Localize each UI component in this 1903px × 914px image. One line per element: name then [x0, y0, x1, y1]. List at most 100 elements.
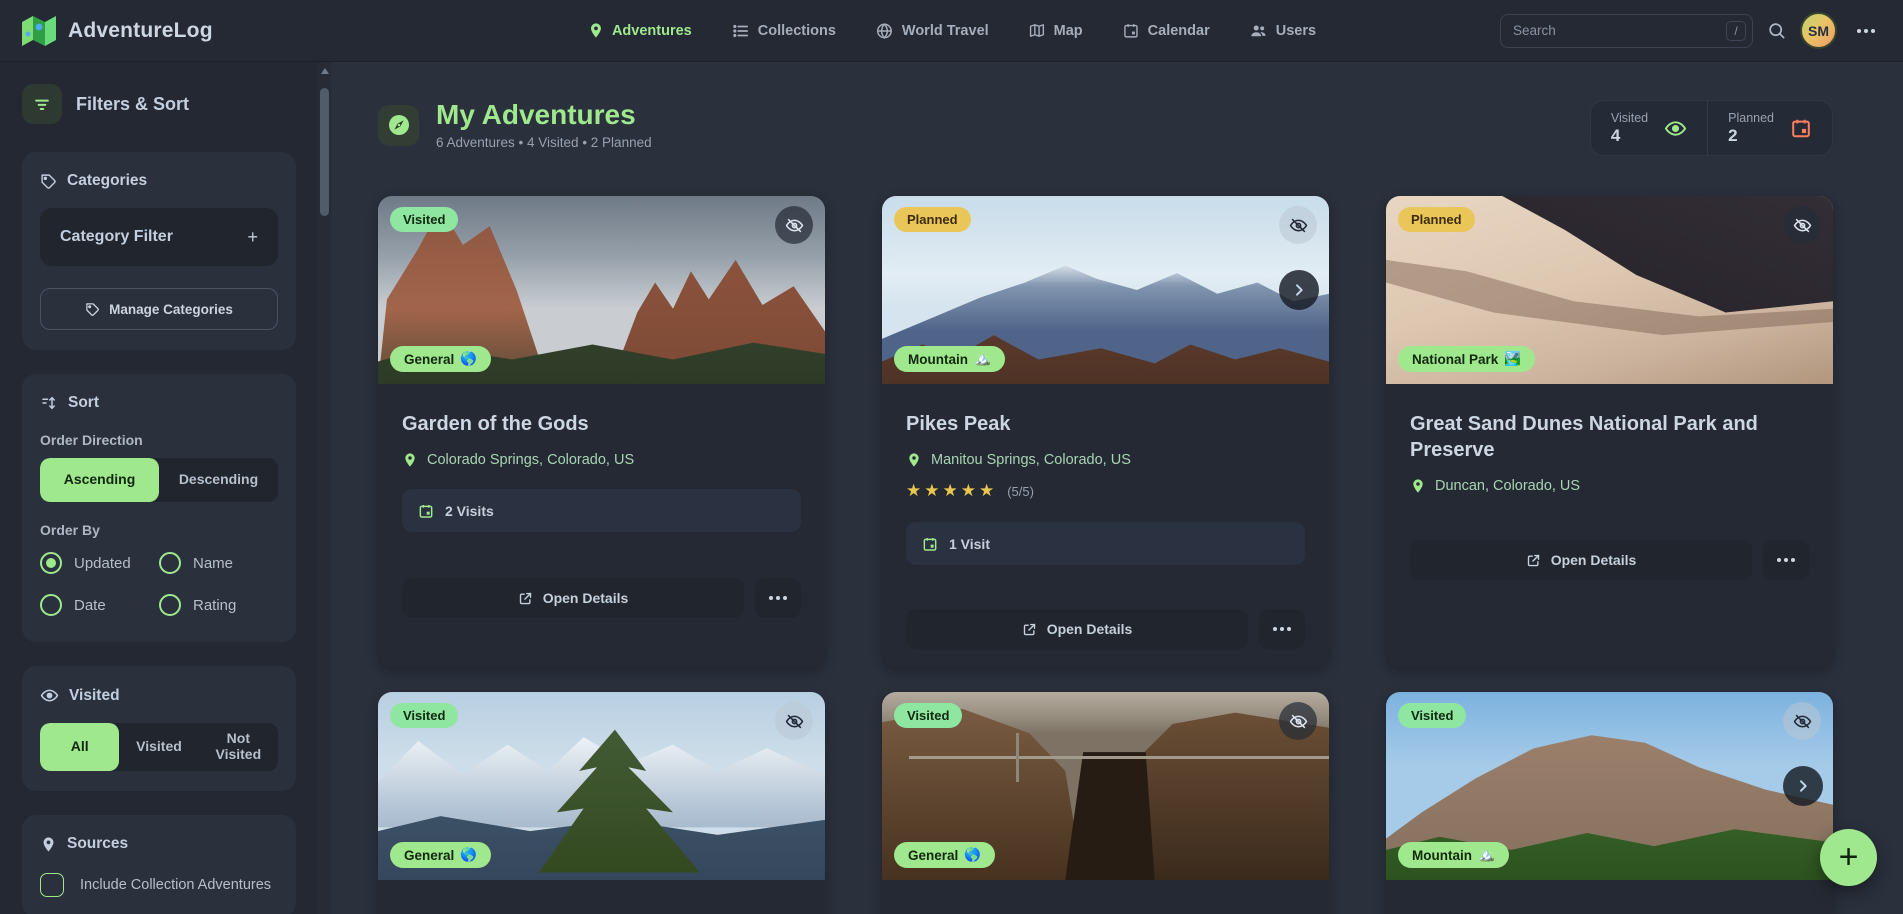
navbar-right: / SM [1500, 12, 1881, 49]
adventure-location: Manitou Springs, Colorado, US [906, 452, 1305, 468]
nav-item-calendar[interactable]: Calendar [1123, 22, 1210, 39]
search-input[interactable] [1500, 14, 1753, 48]
sidebar-title: Filters & Sort [76, 94, 189, 115]
tag-icon [85, 302, 100, 317]
adventure-title: Garden of the Gods [402, 411, 801, 437]
nav-item-users[interactable]: Users [1250, 22, 1316, 40]
external-link-icon [1022, 622, 1037, 637]
visits-info: 1 Visit [906, 522, 1305, 565]
radio-date[interactable]: Date [40, 594, 159, 616]
calendar-icon [922, 536, 938, 552]
brand-home-link[interactable]: AdventureLog [22, 16, 213, 46]
image-layer [1016, 733, 1019, 782]
filters-sidebar: Filters & Sort Categories Category Filte… [0, 62, 318, 914]
calendar-icon [1790, 117, 1812, 139]
open-details-button[interactable]: Open Details [402, 578, 744, 618]
category-emoji: 🏔️ [1478, 847, 1495, 863]
globe-icon [876, 22, 894, 40]
eye-icon [40, 686, 59, 705]
search-icon [1767, 21, 1786, 40]
adventure-card: Planned Mountain🏔️ [882, 196, 1329, 667]
nav-item-adventures[interactable]: Adventures [587, 22, 692, 39]
descending-button[interactable]: Descending [159, 458, 278, 502]
eye-off-icon [785, 712, 804, 731]
ellipsis-icon [1273, 627, 1277, 631]
nav-item-collections[interactable]: Collections [732, 22, 836, 40]
status-badge: Visited [1398, 703, 1466, 728]
radio-updated[interactable]: Updated [40, 552, 159, 574]
include-collection-adventures-checkbox-row[interactable]: Include Collection Adventures [40, 873, 278, 897]
stats-box: Visited 4 Planned 2 [1590, 100, 1833, 156]
search-submit-button[interactable] [1767, 21, 1786, 40]
adventure-card: Visited General🌎 [378, 692, 825, 914]
scroll-up-arrow-icon[interactable] [321, 68, 329, 74]
checkbox-icon[interactable] [40, 873, 64, 897]
hide-visibility-button[interactable] [1279, 702, 1317, 740]
content-scrollbar[interactable] [318, 62, 331, 914]
card-overflow-menu-button[interactable] [755, 578, 801, 618]
map-pin-icon [40, 836, 57, 853]
search-shortcut-kbd: / [1726, 21, 1746, 41]
map-logo-icon [22, 16, 56, 46]
ellipsis-icon [769, 596, 773, 600]
calendar-icon [1123, 22, 1140, 39]
map-pin-icon [402, 452, 418, 468]
hide-visibility-button[interactable] [1783, 702, 1821, 740]
sort-icon [40, 394, 58, 412]
card-overflow-menu-button[interactable] [1259, 609, 1305, 649]
adventure-location: Duncan, Colorado, US [1410, 478, 1809, 494]
expand-plus-icon: + [247, 227, 258, 248]
map-pin-icon [906, 452, 922, 468]
rating-row: ★★★★★ (5/5) [906, 481, 1305, 501]
open-details-button[interactable]: Open Details [906, 609, 1248, 649]
list-icon [732, 22, 750, 40]
category-filter-collapse[interactable]: Category Filter + [40, 208, 278, 266]
category-emoji: 🌎 [460, 847, 477, 863]
chevron-right-icon [1795, 778, 1811, 794]
main-content: My Adventures 6 Adventures • 4 Visited •… [331, 62, 1903, 914]
card-body [1386, 880, 1833, 907]
status-badge: Visited [390, 207, 458, 232]
adventure-image: Visited General🌎 [882, 692, 1329, 880]
ascending-button[interactable]: Ascending [40, 458, 159, 502]
visited-all-button[interactable]: All [40, 723, 119, 771]
planned-stat: Planned 2 [1707, 101, 1832, 155]
hide-visibility-button[interactable] [1783, 206, 1821, 244]
card-body: Pikes Peak Manitou Springs, Colorado, US… [882, 384, 1329, 649]
category-emoji: 🌎 [964, 847, 981, 863]
hide-visibility-button[interactable] [1279, 206, 1317, 244]
visited-not-visited-button[interactable]: Not Visited [199, 723, 278, 771]
adventure-location: Colorado Springs, Colorado, US [402, 452, 801, 468]
add-adventure-fab[interactable]: + [1820, 829, 1877, 886]
order-direction-label: Order Direction [40, 432, 278, 448]
radio-icon [40, 594, 62, 616]
open-details-button[interactable]: Open Details [1410, 540, 1752, 580]
external-link-icon [518, 591, 533, 606]
category-badge: General🌎 [894, 842, 995, 868]
adventure-card: Visited General🌎 Garden of the Gods [378, 196, 825, 667]
next-image-button[interactable] [1783, 766, 1823, 806]
next-image-button[interactable] [1279, 270, 1319, 310]
nav-item-map[interactable]: Map [1029, 22, 1083, 39]
radio-rating[interactable]: Rating [159, 594, 278, 616]
status-badge: Visited [894, 703, 962, 728]
nav-label: World Travel [902, 23, 989, 39]
visited-visited-button[interactable]: Visited [119, 723, 198, 771]
scrollbar-thumb[interactable] [320, 88, 329, 216]
navbar-overflow-menu-button[interactable] [1851, 19, 1881, 43]
manage-categories-button[interactable]: Manage Categories [40, 288, 278, 330]
user-avatar[interactable]: SM [1800, 12, 1837, 49]
category-emoji: 🌎 [460, 351, 477, 367]
rating-text: (5/5) [1007, 484, 1034, 499]
hide-visibility-button[interactable] [775, 702, 813, 740]
adventure-title: Great Sand Dunes National Park and Prese… [1410, 411, 1809, 463]
radio-name[interactable]: Name [159, 552, 278, 574]
hide-visibility-button[interactable] [775, 206, 813, 244]
category-badge: Mountain🏔️ [894, 346, 1005, 372]
nav-item-world-travel[interactable]: World Travel [876, 22, 989, 40]
category-filter-label: Category Filter [60, 228, 173, 246]
adventure-card: Visited General🌎 [882, 692, 1329, 914]
map-pin-icon [587, 22, 604, 39]
ellipsis-icon [1777, 558, 1781, 562]
card-overflow-menu-button[interactable] [1763, 540, 1809, 580]
